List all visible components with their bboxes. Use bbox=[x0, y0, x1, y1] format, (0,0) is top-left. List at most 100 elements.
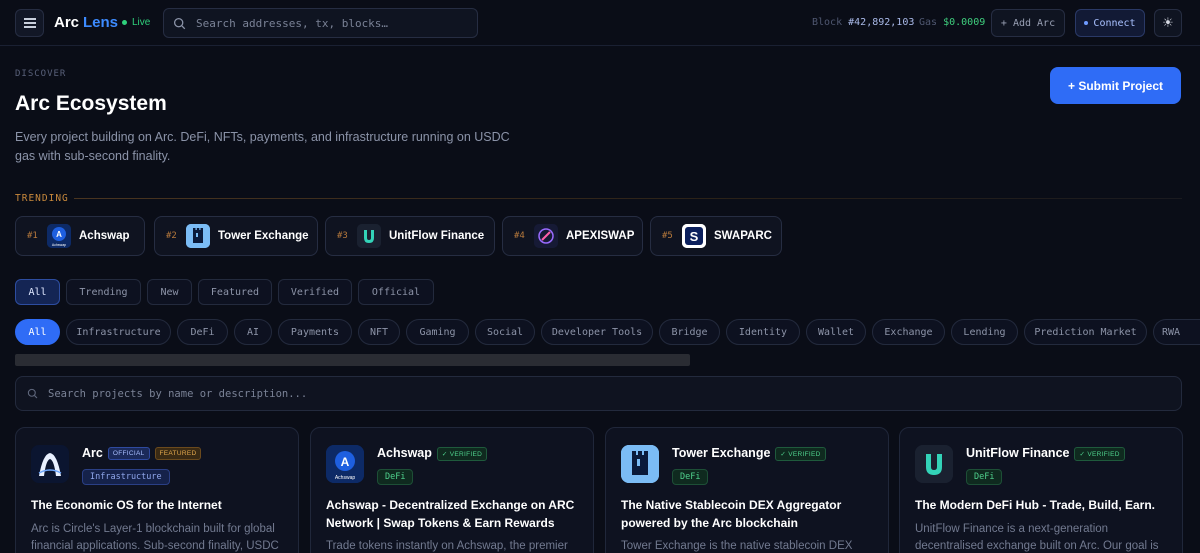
swaparc-logo-icon: S bbox=[682, 224, 706, 248]
trending-rank: #3 bbox=[337, 231, 348, 241]
search-icon bbox=[27, 388, 38, 399]
trending-item-tower-exchange[interactable]: #2 Tower Exchange bbox=[154, 216, 318, 256]
category-identity[interactable]: Identity bbox=[726, 319, 800, 345]
project-card-arc[interactable]: Arc OFFICIAL FEATURED Infrastructure The E… bbox=[15, 427, 299, 553]
project-card-achswap[interactable]: A Achswap Achswap ✓ VERIFIED DeFi Achswap … bbox=[310, 427, 594, 553]
card-tagline: Achswap - Decentralized Exchange on ARC … bbox=[326, 498, 575, 530]
category-social[interactable]: Social bbox=[475, 319, 535, 345]
category-ai[interactable]: AI bbox=[234, 319, 272, 345]
card-description: UnitFlow Finance is a next-generation de… bbox=[915, 523, 1159, 552]
sun-icon: ☀ bbox=[1162, 15, 1174, 30]
category-rwa[interactable]: RWA bbox=[1153, 319, 1200, 345]
trending-item-unitflow-finance[interactable]: #3 UnitFlow Finance bbox=[325, 216, 495, 256]
card-description: Trade tokens instantly on Achswap, the p… bbox=[326, 540, 568, 552]
trending-item-achswap[interactable]: #1 A Achswap Achswap bbox=[15, 216, 145, 256]
card-tagline: The Economic OS for the Internet bbox=[31, 498, 222, 512]
apexiswap-logo-icon bbox=[534, 224, 558, 248]
project-search-input[interactable]: Search projects by name or description..… bbox=[15, 376, 1182, 411]
category-lending[interactable]: Lending bbox=[951, 319, 1018, 345]
official-badge: OFFICIAL bbox=[107, 447, 150, 461]
tab-featured[interactable]: Featured bbox=[198, 279, 272, 305]
submit-project-button[interactable]: + Submit Project bbox=[1050, 67, 1181, 104]
category-badge: DeFi bbox=[377, 469, 414, 485]
connect-button[interactable]: Connect bbox=[1075, 9, 1145, 37]
trending-name: APEXISWAP bbox=[566, 230, 635, 242]
category-all[interactable]: All bbox=[15, 319, 60, 345]
arc-logo-icon bbox=[31, 445, 69, 483]
trending-rank: #4 bbox=[514, 231, 525, 241]
card-title: UnitFlow Finance bbox=[966, 446, 1070, 460]
trending-item-apexiswap[interactable]: #4 APEXISWAP bbox=[502, 216, 643, 256]
card-tagline: The Modern DeFi Hub - Trade, Build, Earn… bbox=[915, 498, 1156, 512]
trending-rank: #1 bbox=[27, 231, 38, 241]
trending-name: Achswap bbox=[79, 230, 130, 242]
add-arc-button[interactable]: + Add Arc bbox=[991, 9, 1065, 37]
block-value: #42,892,103 bbox=[848, 17, 915, 28]
page-title: Arc Ecosystem bbox=[15, 92, 167, 115]
tab-verified[interactable]: Verified bbox=[278, 279, 352, 305]
card-name: Achswap ✓ VERIFIED bbox=[377, 446, 488, 461]
global-search-placeholder: Search addresses, tx, blocks… bbox=[196, 16, 389, 30]
brand-logo[interactable]: Arc Lens bbox=[54, 14, 118, 31]
live-dot-icon bbox=[122, 20, 127, 25]
card-tagline: The Native Stablecoin DEX Aggregator pow… bbox=[621, 498, 842, 530]
verified-badge: ✓ VERIFIED bbox=[436, 446, 488, 461]
card-name: Arc OFFICIAL FEATURED bbox=[82, 446, 202, 461]
featured-badge: FEATURED bbox=[154, 447, 202, 461]
category-badge: Infrastructure bbox=[82, 469, 170, 485]
swaparc-logo-text: S bbox=[690, 229, 699, 244]
category-prediction-market[interactable]: Prediction Market bbox=[1024, 319, 1147, 345]
menu-button[interactable] bbox=[15, 9, 44, 37]
tab-trending[interactable]: Trending bbox=[66, 279, 141, 305]
project-card-unitflow-finance[interactable]: UnitFlow Finance ✓ VERIFIED DeFi The Mode… bbox=[899, 427, 1183, 553]
hamburger-icon bbox=[23, 18, 36, 28]
achswap-logo-text: Achswap bbox=[335, 475, 356, 481]
global-search-input[interactable]: Search addresses, tx, blocks… bbox=[163, 8, 478, 38]
trending-name: Tower Exchange bbox=[218, 230, 309, 242]
unitflow-logo-icon bbox=[915, 445, 953, 483]
live-indicator: Live bbox=[122, 17, 150, 28]
search-icon bbox=[173, 17, 186, 29]
trending-name: SWAPARC bbox=[714, 230, 772, 242]
gas-price: Gas $0.0009 bbox=[919, 17, 985, 28]
category-developer-tools[interactable]: Developer Tools bbox=[541, 319, 653, 345]
achswap-logo-icon: A Achswap bbox=[47, 224, 71, 248]
category-badge: DeFi bbox=[672, 469, 709, 485]
connect-label: Connect bbox=[1093, 17, 1136, 29]
category-exchange[interactable]: Exchange bbox=[872, 319, 945, 345]
card-title: Tower Exchange bbox=[672, 446, 771, 460]
achswap-logo-text: Achswap bbox=[52, 243, 66, 247]
tab-official[interactable]: Official bbox=[358, 279, 434, 305]
category-bridge[interactable]: Bridge bbox=[659, 319, 720, 345]
card-title: Achswap bbox=[377, 446, 432, 460]
connect-dot-icon bbox=[1084, 21, 1089, 25]
page-description: Every project building on Arc. DeFi, NFT… bbox=[15, 130, 510, 163]
card-name: Tower Exchange ✓ VERIFIED bbox=[672, 446, 826, 461]
card-description: Arc is Circle's Layer-1 blockchain built… bbox=[31, 523, 279, 552]
card-name: UnitFlow Finance ✓ VERIFIED bbox=[966, 446, 1125, 461]
eyebrow-label: DISCOVER bbox=[15, 69, 67, 79]
category-gaming[interactable]: Gaming bbox=[406, 319, 469, 345]
svg-text:A: A bbox=[341, 455, 350, 469]
tab-all[interactable]: All bbox=[15, 279, 60, 305]
trending-rank: #2 bbox=[166, 231, 177, 241]
category-infrastructure[interactable]: Infrastructure bbox=[66, 319, 171, 345]
trending-rank: #5 bbox=[662, 231, 673, 241]
gas-label: Gas bbox=[919, 17, 938, 28]
tab-new[interactable]: New bbox=[147, 279, 192, 305]
category-nft[interactable]: NFT bbox=[358, 319, 400, 345]
trending-item-swaparc[interactable]: #5 S SWAPARC bbox=[650, 216, 782, 256]
brand-secondary: Lens bbox=[83, 14, 119, 31]
top-bar: Arc Lens Live Search addresses, tx, block… bbox=[0, 0, 1200, 46]
block-label: Block bbox=[812, 17, 843, 28]
category-payments[interactable]: Payments bbox=[278, 319, 352, 345]
card-description: Tower Exchange is the native stablecoin … bbox=[621, 540, 853, 552]
category-wallet[interactable]: Wallet bbox=[806, 319, 866, 345]
project-card-tower-exchange[interactable]: Tower Exchange ✓ VERIFIED DeFi The Native… bbox=[605, 427, 889, 553]
live-label: Live bbox=[132, 17, 151, 28]
block-height: Block #42,892,103 bbox=[812, 17, 914, 28]
category-scrollbar[interactable] bbox=[15, 354, 690, 366]
svg-text:A: A bbox=[56, 230, 62, 239]
category-defi[interactable]: DeFi bbox=[177, 319, 228, 345]
theme-toggle-button[interactable]: ☀ bbox=[1154, 9, 1182, 37]
